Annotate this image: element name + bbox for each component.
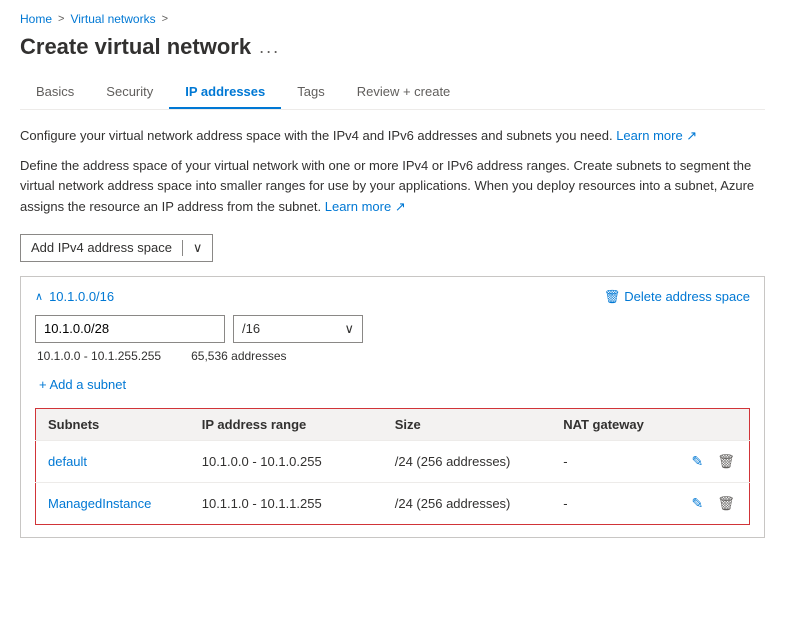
add-ipv4-chevron: ∨ [193,240,203,256]
cidr-value: /16 [242,321,260,336]
add-ipv4-divider [182,240,183,256]
breadcrumb-sep-2: > [162,13,168,25]
add-subnet-button[interactable]: + Add a subnet [35,375,130,394]
tab-security[interactable]: Security [90,76,169,109]
address-space-title: ∧ 10.1.0.0/16 [35,289,114,304]
edit-subnet-default-button[interactable]: ✎ [689,451,705,472]
page-title: Create virtual network [20,34,251,60]
subnet-name-managed: ManagedInstance [36,482,190,524]
page-title-area: Create virtual network ... [20,34,765,60]
breadcrumb-sep-1: > [58,13,64,25]
address-input-field[interactable] [35,315,225,343]
more-options-button[interactable]: ... [259,37,280,58]
learn-more-link-2[interactable]: Learn more ↗ [325,199,406,214]
subnet-range-managed: 10.1.1.0 - 10.1.1.255 [190,482,383,524]
address-inputs-row: /16 ∨ [35,315,750,343]
breadcrumb: Home > Virtual networks > [20,12,765,26]
subnet-actions-default: ✎ 🗑 [677,440,749,482]
address-range-text: 10.1.0.0 - 10.1.255.255 [37,349,161,363]
add-ipv4-button[interactable]: Add IPv4 address space ∨ [20,234,213,262]
table-row: ManagedInstance 10.1.1.0 - 10.1.1.255 /2… [36,482,750,524]
address-space-card: ∧ 10.1.0.0/16 🗑 Delete address space /16… [20,276,765,538]
add-subnet-label: + Add a subnet [39,377,126,392]
subnet-size-managed: /24 (256 addresses) [383,482,551,524]
subnet-nat-managed: - [551,482,677,524]
tabs-container: Basics Security IP addresses Tags Review… [20,76,765,110]
col-header-subnets: Subnets [36,408,190,440]
address-space-value: 10.1.0.0/16 [49,289,114,304]
delete-address-label: Delete address space [624,289,750,304]
address-range-info: 10.1.0.0 - 10.1.255.255 65,536 addresses [35,349,750,363]
delete-subnet-default-button[interactable]: 🗑 [715,451,737,472]
info-text-content: Configure your virtual network address s… [20,128,613,143]
page-container: Home > Virtual networks > Create virtual… [0,0,785,550]
learn-more-link-1[interactable]: Learn more ↗ [616,128,697,143]
subnet-size-default: /24 (256 addresses) [383,440,551,482]
col-header-size: Size [383,408,551,440]
tab-review-create[interactable]: Review + create [341,76,467,109]
table-row: default 10.1.0.0 - 10.1.0.255 /24 (256 a… [36,440,750,482]
delete-subnet-managed-button[interactable]: 🗑 [715,493,737,514]
delete-address-space-link[interactable]: 🗑 Delete address space [604,289,750,305]
subnet-link-managed[interactable]: ManagedInstance [48,496,151,511]
col-header-ip-range: IP address range [190,408,383,440]
subnet-name-default: default [36,440,190,482]
cidr-dropdown[interactable]: /16 ∨ [233,315,363,343]
subnet-link-default[interactable]: default [48,454,87,469]
tab-basics[interactable]: Basics [20,76,90,109]
breadcrumb-virtual-networks[interactable]: Virtual networks [70,12,155,26]
info-block-text: Define the address space of your virtual… [20,156,765,218]
subnet-nat-default: - [551,440,677,482]
delete-trash-icon: 🗑 [604,289,621,305]
subnet-actions-managed: ✎ 🗑 [677,482,749,524]
col-header-actions [677,408,749,440]
info-text-line1: Configure your virtual network address s… [20,126,765,146]
address-count-text: 65,536 addresses [191,349,286,363]
action-icons-default: ✎ 🗑 [689,451,737,472]
table-header-row: Subnets IP address range Size NAT gatewa… [36,408,750,440]
col-header-nat: NAT gateway [551,408,677,440]
add-ipv4-label: Add IPv4 address space [31,240,172,255]
action-icons-managed: ✎ 🗑 [689,493,737,514]
tab-tags[interactable]: Tags [281,76,340,109]
collapse-chevron-icon[interactable]: ∧ [35,290,43,303]
subnets-table: Subnets IP address range Size NAT gatewa… [35,408,750,525]
edit-subnet-managed-button[interactable]: ✎ [689,493,705,514]
tab-ip-addresses[interactable]: IP addresses [169,76,281,109]
address-space-header: ∧ 10.1.0.0/16 🗑 Delete address space [35,289,750,305]
breadcrumb-home[interactable]: Home [20,12,52,26]
cidr-chevron-icon: ∨ [344,321,354,337]
subnet-range-default: 10.1.0.0 - 10.1.0.255 [190,440,383,482]
